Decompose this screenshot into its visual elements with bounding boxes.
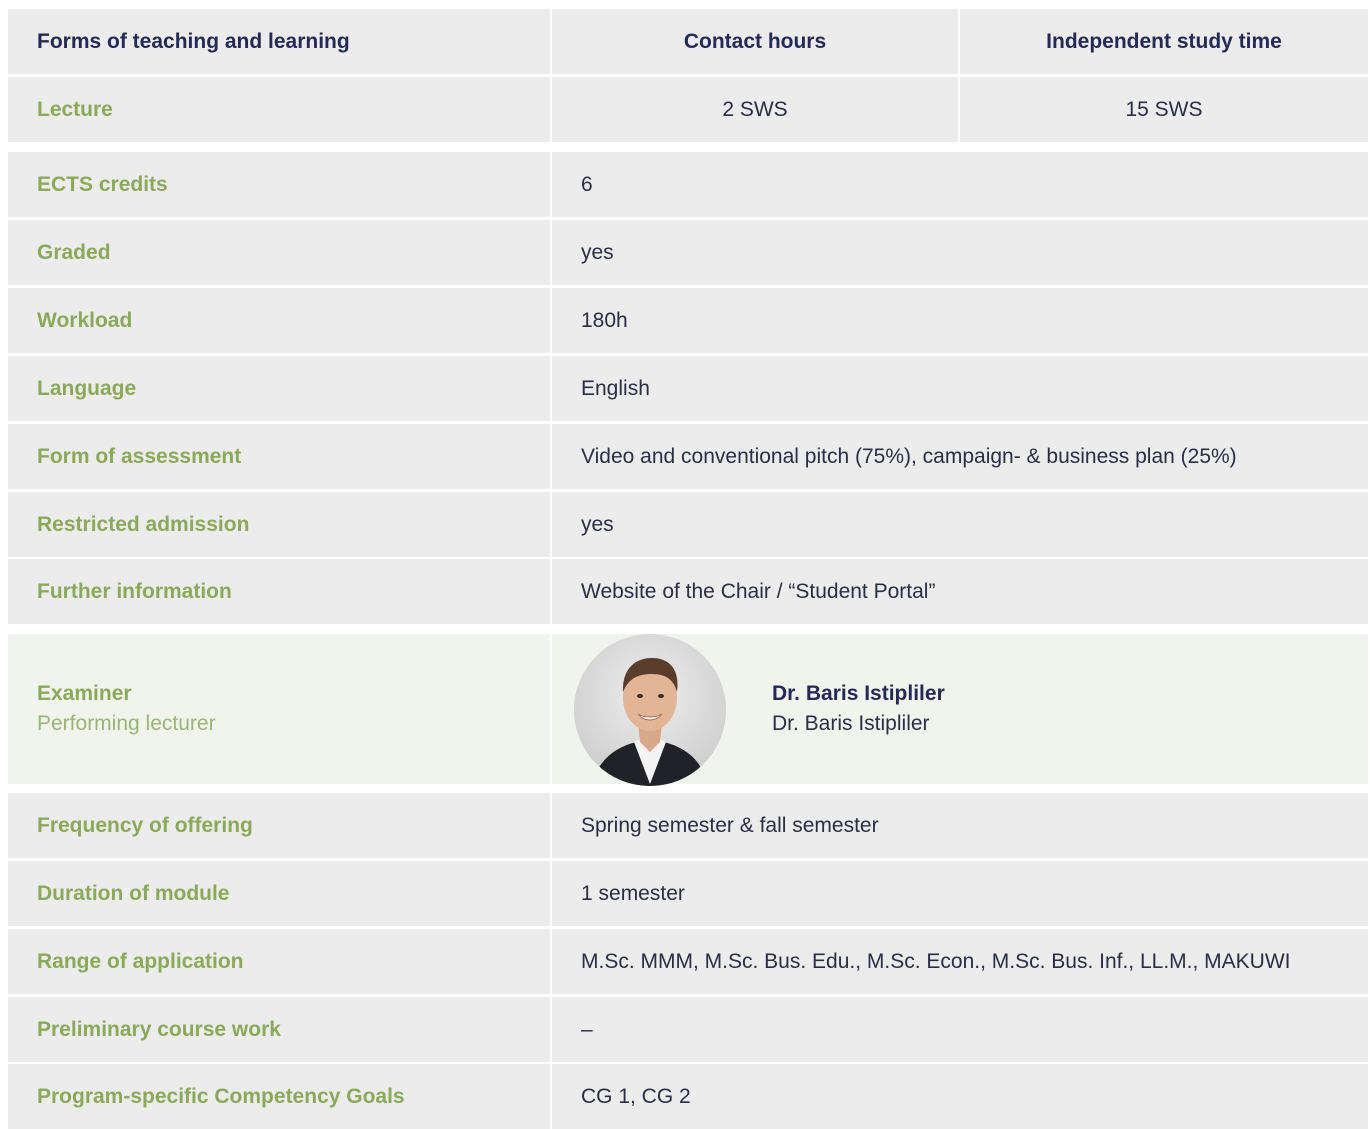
table-row: Form of assessment Video and conventiona… — [8, 424, 1368, 489]
row-label: Preliminary course work — [37, 1017, 281, 1041]
table-row: Range of application M.Sc. MMM, M.Sc. Bu… — [8, 929, 1368, 994]
row-value: – — [581, 1017, 593, 1041]
row-label: Form of assessment — [37, 444, 242, 468]
examiner-names: Dr. Baris Istipliler Dr. Baris Istiplile… — [772, 679, 945, 739]
lecturer-name: Dr. Baris Istipliler — [772, 712, 930, 735]
module-details-table-2: Frequency of offering Spring semester & … — [8, 793, 1368, 1129]
divider — [550, 634, 552, 784]
row-label: Range of application — [37, 949, 244, 973]
examiner-name: Dr. Baris Istipliler — [772, 682, 945, 705]
row-label: Duration of module — [37, 881, 230, 905]
row-value: 6 — [581, 172, 593, 196]
row-label: Lecture — [37, 97, 113, 121]
table-row: Language English — [8, 356, 1368, 421]
row-label: Language — [37, 376, 137, 400]
row-value: 180h — [581, 308, 628, 332]
row-value: M.Sc. MMM, M.Sc. Bus. Edu., M.Sc. Econ.,… — [581, 949, 1291, 973]
contact-hours-value: 2 SWS — [722, 97, 788, 121]
teaching-table-header: Forms of teaching and learning Contact h… — [8, 9, 1368, 74]
table-row: ECTS credits 6 — [8, 152, 1368, 217]
teaching-forms-table: Forms of teaching and learning Contact h… — [8, 9, 1368, 142]
examiner-labels: Examiner Performing lecturer — [37, 679, 216, 739]
header-independent-study: Independent study time — [1046, 29, 1282, 53]
row-label: Graded — [37, 240, 111, 264]
row-label: Restricted admission — [37, 512, 250, 536]
table-row: Frequency of offering Spring semester & … — [8, 793, 1368, 858]
table-row: Restricted admission yes — [8, 492, 1368, 557]
table-row: Duration of module 1 semester — [8, 861, 1368, 926]
independent-study-value: 15 SWS — [1125, 97, 1203, 121]
portrait-image — [574, 634, 726, 786]
header-contact-hours: Contact hours — [683, 29, 827, 53]
lecturer-label: Performing lecturer — [37, 712, 216, 735]
row-label: Program-specific Competency Goals — [37, 1084, 405, 1108]
table-row: Lecture 2 SWS 15 SWS — [8, 77, 1368, 142]
row-value: CG 1, CG 2 — [581, 1084, 691, 1108]
row-label: Further information — [37, 579, 232, 603]
table-row: Further information Website of the Chair… — [8, 559, 1368, 624]
examiner-section: Examiner Performing lecturer Dr. Baris I… — [8, 634, 1368, 786]
table-row: Program-specific Competency Goals CG 1, … — [8, 1064, 1368, 1129]
row-label: ECTS credits — [37, 172, 168, 196]
row-value: 1 semester — [581, 881, 685, 905]
row-value: Spring semester & fall semester — [581, 813, 879, 837]
examiner-label: Examiner — [37, 682, 132, 705]
module-details-table: ECTS credits 6 Graded yes Workload 180h … — [8, 152, 1368, 625]
examiner-photo — [574, 634, 726, 786]
header-forms: Forms of teaching and learning — [37, 29, 350, 53]
row-value: English — [581, 376, 650, 400]
row-value: yes — [581, 512, 614, 536]
further-information-link[interactable]: Website of the Chair / “Student Portal” — [552, 559, 1368, 624]
row-value: yes — [581, 240, 614, 264]
row-label: Frequency of offering — [37, 813, 253, 837]
table-row: Graded yes — [8, 220, 1368, 285]
row-value: Video and conventional pitch (75%), camp… — [581, 444, 1237, 468]
table-row: Workload 180h — [8, 288, 1368, 353]
table-row: Preliminary course work – — [8, 997, 1368, 1062]
row-label: Workload — [37, 308, 133, 332]
